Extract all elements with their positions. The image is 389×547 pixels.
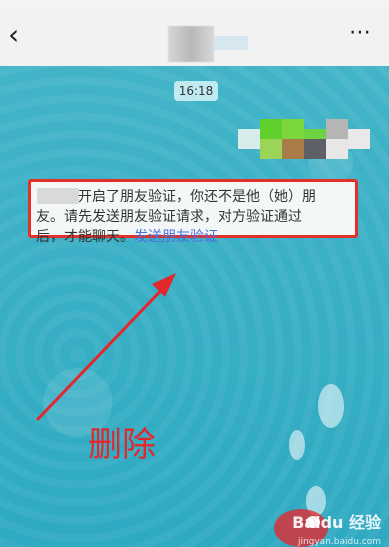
chevron-left-icon[interactable]: ‹ [8,20,30,50]
more-dots-icon[interactable]: ⋯ [349,20,373,45]
blurred-contact-name [168,26,214,62]
blurred-avatar-mosaic [238,119,378,159]
friend-verification-notice: 开启了朋友验证，你还不是他（她）朋 友。请先发送朋友验证请求，对方验证通过 后，… [28,179,358,245]
decorative-blob [289,430,305,460]
delete-annotation-label: 删除 [88,425,156,465]
status-bar [0,0,389,8]
watermark-url: jingyan.baidu.com [297,537,381,547]
message-timestamp: 16:18 [174,81,218,101]
watermark-logo: Baidu 经验 [292,513,381,532]
send-verification-link[interactable]: 发送朋友验证 [134,229,218,245]
annotation-arrow [36,273,176,421]
decorative-blob [318,384,344,428]
notice-text: 开启了朋友验证，你还不是他（她）朋 友。请先发送朋友验证请求，对方验证通过 后，… [36,189,316,245]
chat-header: ‹ ⋯ [0,8,389,67]
blurred-contact-name-trail [214,36,248,50]
